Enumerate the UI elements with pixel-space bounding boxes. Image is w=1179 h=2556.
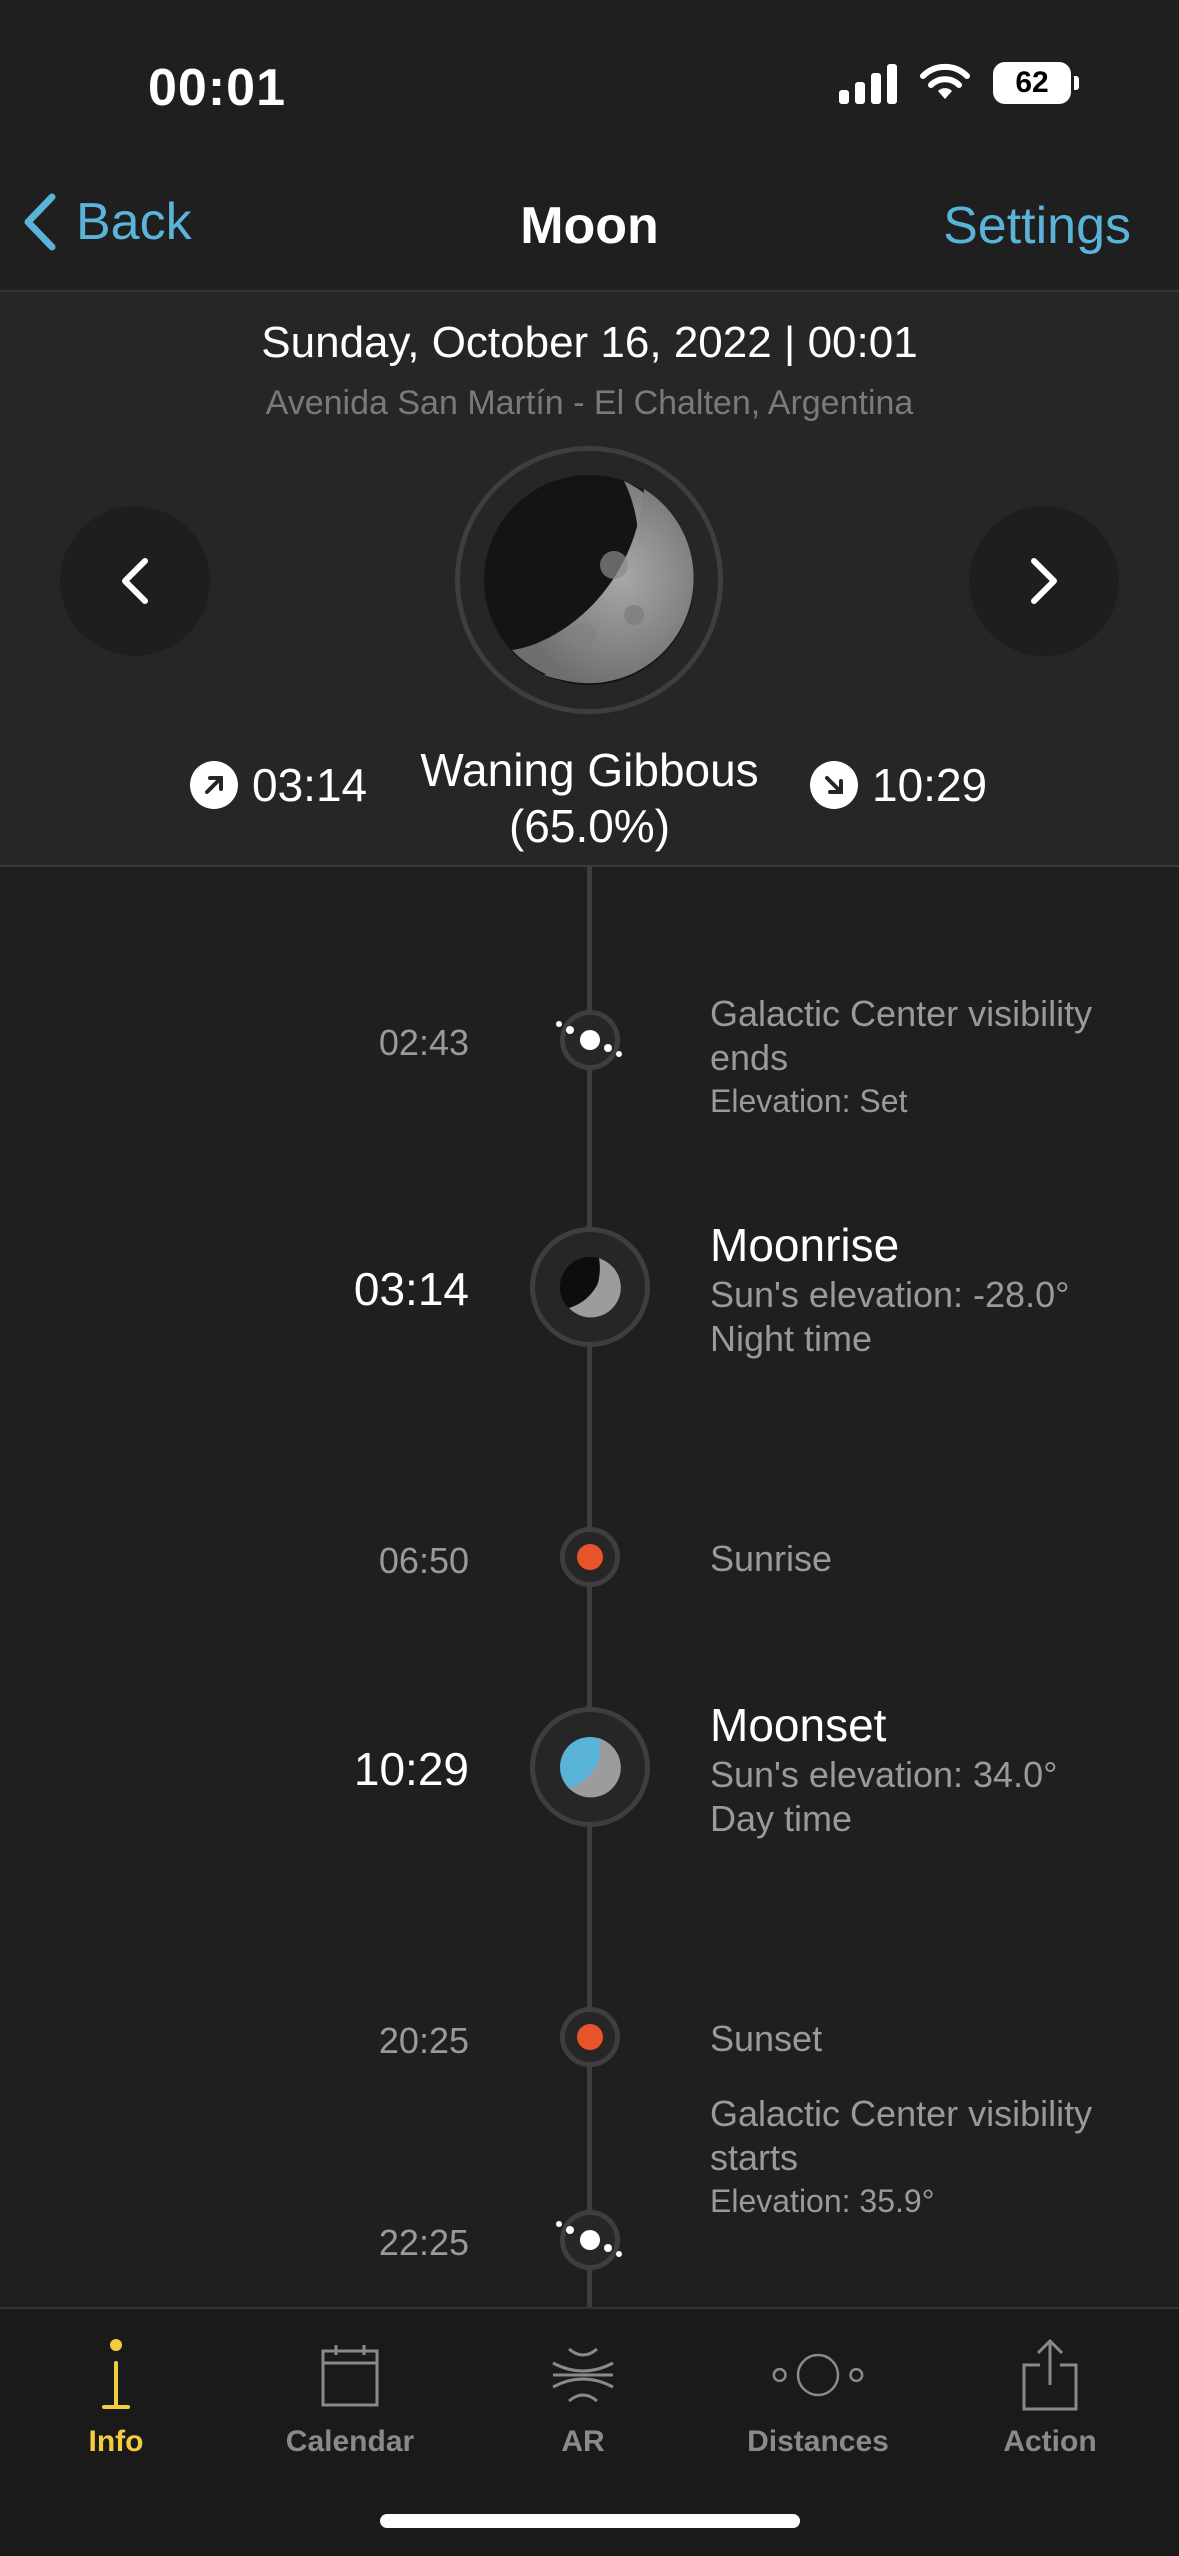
event-details: Sunrise [710, 1537, 1150, 1581]
moonset-time: 10:29 [872, 759, 988, 811]
event-details: Galactic Center visibility starts Elevat… [710, 2092, 1150, 2222]
sunrise-dot-icon [560, 1527, 620, 1587]
event-title: Galactic Center visibility ends [710, 993, 1093, 1078]
event-subtitle: Elevation: 35.9° [710, 2183, 935, 2219]
chevron-left-icon [122, 558, 148, 604]
moon-summary-panel: Sunday, October 16, 2022 | 00:01 Avenida… [0, 292, 1179, 867]
event-time: 20:25 [378, 2020, 469, 2061]
top-bar: 00:01 62 Back Moon Settings [0, 0, 1179, 292]
tab-label: Info [88, 2425, 144, 2458]
event-time: 10:29 [353, 1743, 469, 1795]
event-details: Moonrise Sun's elevation: -28.0° Night t… [710, 1217, 1150, 1361]
event-time: 03:14 [353, 1263, 469, 1315]
event-title: Moonset [710, 1699, 887, 1751]
battery-level: 62 [993, 62, 1071, 104]
tab-distances[interactable]: Distances [718, 2335, 918, 2459]
set-arrow-icon [810, 761, 858, 809]
calendar-icon [300, 2335, 400, 2415]
status-icons: 62 [839, 62, 1079, 104]
settings-button[interactable]: Settings [943, 196, 1131, 256]
moonset-icon [530, 1707, 650, 1827]
phase-label: Waning Gibbous [420, 744, 759, 796]
status-time: 00:01 [148, 59, 286, 117]
phase-percent: (65.0%) [508, 800, 671, 852]
timeline-line [587, 867, 592, 2307]
event-subtitle: Elevation: Set [710, 1083, 908, 1119]
moon-phase-image [455, 446, 723, 714]
ar-icon [533, 2335, 633, 2415]
cellular-signal-icon [839, 62, 897, 104]
event-title: Sunrise [710, 1538, 833, 1579]
sunset-dot-icon [560, 2007, 620, 2067]
tab-action[interactable]: Action [950, 2335, 1150, 2459]
moonrise-icon [530, 1227, 650, 1347]
event-title: Sunset [710, 2018, 823, 2059]
galactic-center-icon [556, 2210, 622, 2270]
location: Avenida San Martín - El Chalten, Argenti… [265, 384, 914, 422]
tab-label: Calendar [285, 2425, 415, 2458]
event-details: Galactic Center visibility ends Elevatio… [710, 992, 1150, 1122]
distances-icon [768, 2335, 868, 2415]
galactic-center-icon [556, 1010, 622, 1070]
event-subtitle-2: Night time [710, 1318, 873, 1359]
tab-info[interactable]: Info [16, 2335, 216, 2459]
previous-day-button[interactable] [60, 506, 210, 656]
event-subtitle: Sun's elevation: -28.0° [710, 1274, 1070, 1315]
event-title: Galactic Center visibility starts [710, 2093, 1093, 2178]
event-title: Moonrise [710, 1219, 900, 1271]
battery-icon: 62 [993, 62, 1079, 104]
tab-ar[interactable]: AR [483, 2335, 683, 2459]
home-indicator [380, 2514, 800, 2528]
event-subtitle: Sun's elevation: 34.0° [710, 1754, 1058, 1795]
tab-label: Distances [747, 2425, 889, 2458]
phase-name: Waning Gibbous (65.0%) [0, 742, 1179, 854]
tab-calendar[interactable]: Calendar [250, 2335, 450, 2459]
tab-label: Action [1003, 2425, 1097, 2458]
moon-icon [484, 475, 694, 685]
chevron-right-icon [1031, 558, 1057, 604]
moonset-summary: 10:29 [810, 758, 987, 812]
event-subtitle-2: Day time [710, 1798, 853, 1839]
event-time: 06:50 [378, 1540, 469, 1581]
tab-label: AR [561, 2425, 605, 2458]
share-icon [1000, 2335, 1100, 2415]
wifi-icon [920, 63, 970, 99]
event-details: Moonset Sun's elevation: 34.0° Day time [710, 1697, 1150, 1841]
events-timeline: 02:43 Galactic Center visibility ends El… [0, 867, 1179, 2307]
event-time: 02:43 [378, 1022, 469, 1063]
next-day-button[interactable] [969, 506, 1119, 656]
info-icon [66, 2335, 166, 2415]
event-details: Sunset [710, 2017, 1150, 2061]
event-time: 22:25 [378, 2222, 469, 2263]
date-time: Sunday, October 16, 2022 | 00:01 [261, 318, 918, 367]
